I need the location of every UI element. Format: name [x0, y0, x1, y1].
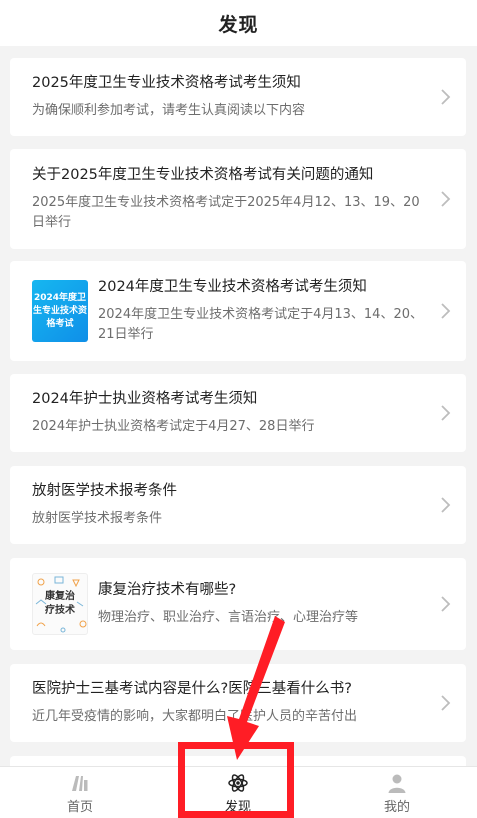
- article-desc: 为确保顺利参加考试，请考生认真阅读以下内容: [32, 103, 306, 118]
- article-desc: 2025年度卫生专业技术资格考试定于2025年4月12、13、19、20日举行: [32, 195, 420, 230]
- top-header: 发现: [0, 0, 477, 46]
- red-arrow-annotation: [227, 616, 285, 760]
- article-thumbnail: 康复治疗技术: [32, 573, 88, 635]
- tab-home[interactable]: 首页: [45, 767, 115, 818]
- chevron-right-icon: [438, 302, 452, 320]
- article-desc: 2024年度卫生专业技术资格考试定于4月13、14、20、21日举行: [98, 307, 423, 342]
- article-thumbnail: 2024年度卫生专业技术资格考试: [32, 280, 88, 342]
- tab-label: 首页: [66, 799, 93, 815]
- article-title: 2024年度卫生专业技术资格考试考生须知: [98, 279, 367, 295]
- chevron-right-icon: [438, 190, 452, 208]
- article-card[interactable]: 2024年护士执业资格考试考生须知 2024年护士执业资格考试定于4月27、28…: [10, 374, 466, 452]
- chevron-right-icon: [438, 496, 452, 514]
- home-icon: [72, 775, 88, 791]
- article-card[interactable]: 2024年度卫生专业技术资格考试 2024年度卫生专业技术资格考试考生须知 20…: [10, 261, 466, 361]
- chevron-right-icon: [438, 694, 452, 712]
- thumbnail-text: 2024年度卫生专业技术资格考试: [32, 292, 87, 329]
- article-title: 2024年护士执业资格考试考生须知: [32, 391, 258, 407]
- tab-label: 我的: [383, 799, 410, 815]
- article-title: 康复治疗技术有哪些?: [98, 582, 237, 598]
- highlight-box-annotation: [178, 742, 294, 818]
- article-title: 2025年度卫生专业技术资格考试考生须知: [32, 75, 301, 91]
- article-desc: 2024年护士执业资格考试定于4月27、28日举行: [32, 419, 315, 434]
- article-desc: 放射医学技术报考条件: [32, 511, 163, 526]
- chevron-right-icon: [438, 88, 452, 106]
- tab-mine[interactable]: 我的: [362, 767, 432, 818]
- page-title: 发现: [218, 13, 259, 36]
- user-icon: [388, 774, 406, 793]
- article-title: 关于2025年度卫生专业技术资格考试有关问题的通知: [32, 167, 374, 183]
- article-title: 放射医学技术报考条件: [32, 483, 177, 499]
- chevron-right-icon: [438, 595, 452, 613]
- article-card[interactable]: 2025年度卫生专业技术资格考试考生须知 为确保顺利参加考试，请考生认真阅读以下…: [10, 58, 466, 136]
- article-card[interactable]: 关于2025年度卫生专业技术资格考试有关问题的通知 2025年度卫生专业技术资格…: [10, 149, 466, 249]
- article-card[interactable]: 放射医学技术报考条件 放射医学技术报考条件: [10, 466, 466, 544]
- chevron-right-icon: [438, 404, 452, 422]
- thumbnail-text: 康复治疗技术: [45, 591, 75, 616]
